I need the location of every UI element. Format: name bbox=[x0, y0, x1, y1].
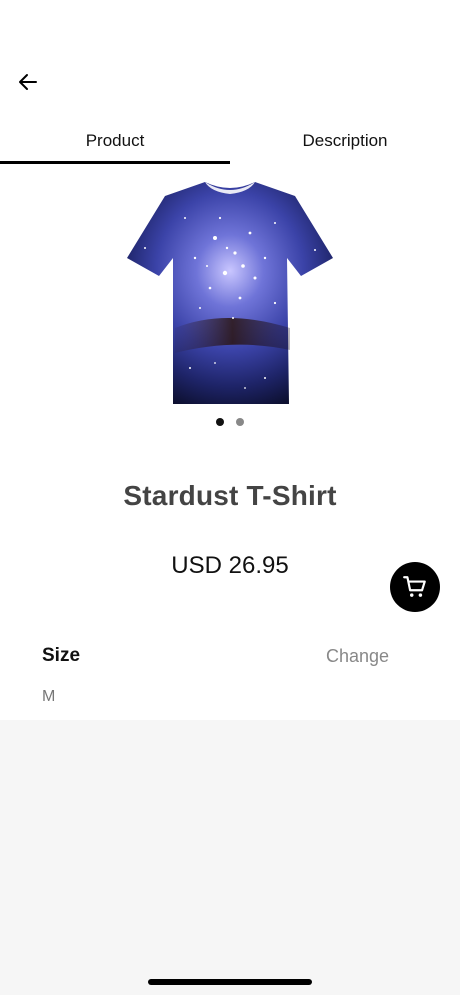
product-title: Stardust T-Shirt bbox=[123, 480, 337, 511]
product-price: USD 26.95 bbox=[171, 552, 289, 579]
tshirt-image bbox=[115, 178, 345, 410]
pager-dot-1[interactable] bbox=[216, 418, 224, 426]
image-pager bbox=[0, 418, 460, 430]
home-indicator[interactable] bbox=[148, 979, 312, 985]
size-label: Size bbox=[42, 645, 81, 666]
cart-icon bbox=[403, 576, 426, 597]
tab-product[interactable]: Product bbox=[0, 116, 230, 166]
bottom-panel bbox=[0, 720, 460, 995]
back-button[interactable] bbox=[12, 66, 44, 98]
active-tab-indicator bbox=[0, 161, 230, 164]
product-image[interactable] bbox=[115, 178, 345, 410]
tab-description[interactable]: Description bbox=[230, 116, 460, 166]
change-size-button[interactable]: Change bbox=[326, 646, 389, 667]
pager-dot-2[interactable] bbox=[236, 418, 244, 426]
arrow-left-icon bbox=[19, 74, 37, 90]
add-to-cart-button[interactable] bbox=[390, 562, 440, 612]
size-value: M bbox=[42, 688, 56, 705]
tab-bar: Product Description bbox=[0, 116, 460, 166]
